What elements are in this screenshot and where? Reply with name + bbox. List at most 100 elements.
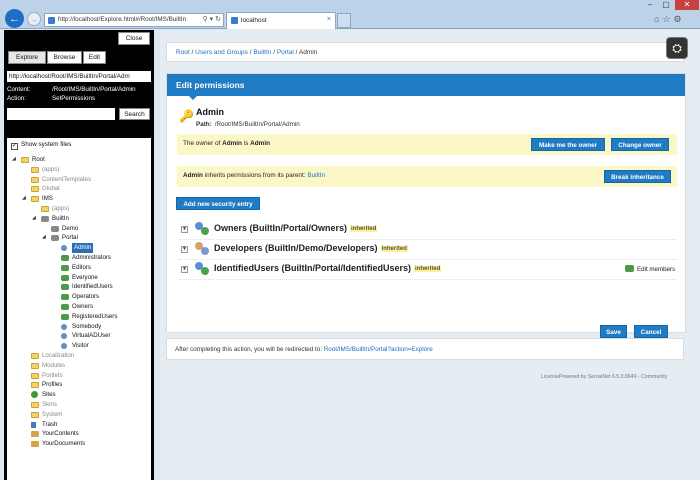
close-tab-icon[interactable]: × [327, 16, 331, 23]
panel-header: Edit permissions [167, 74, 685, 100]
tree-node-somebody[interactable]: Somebody [7, 322, 151, 332]
breadcrumb-link[interactable]: BuiltIn [253, 49, 271, 56]
address-bar[interactable]: http://localhost/Explore.html#/Root/IMS/… [44, 13, 224, 27]
inherit-parent-link[interactable]: BuiltIn [307, 172, 325, 179]
cancel-button[interactable]: Cancel [634, 325, 668, 338]
tree-node-profiles[interactable]: Profiles [7, 380, 151, 390]
redirect-text: After completing this action, you will b… [175, 346, 324, 353]
tree-node-portal[interactable]: ◢ Portal [7, 233, 151, 243]
tree-node-label: Demo [62, 224, 79, 232]
tree-node-contenttemplates[interactable]: ContentTemplates [7, 175, 151, 185]
home-star-gear-icon[interactable]: ⌂☆⚙ [654, 14, 685, 25]
tree-node-everyone[interactable]: Everyone [7, 273, 151, 283]
show-system-files-toggle[interactable]: ✓ Show system files [11, 141, 71, 150]
add-security-entry-button[interactable]: Add new security entry [176, 197, 260, 210]
edit-button[interactable]: Edit [83, 51, 106, 64]
expand-toggle-icon[interactable]: ◢ [12, 155, 16, 165]
folder-icon [31, 372, 39, 379]
explore-button[interactable]: Explore [8, 51, 46, 64]
breadcrumb-link[interactable]: Users and Groups [195, 49, 248, 56]
tree-node-modules[interactable]: Modules [7, 361, 151, 371]
search-refresh-icon[interactable]: ⚲ ▾ ↻ [203, 15, 221, 23]
tree-node-apps[interactable]: (apps) [7, 165, 151, 175]
checkbox-checked-icon[interactable]: ✓ [11, 143, 18, 150]
expand-icon[interactable]: ▼ [181, 226, 188, 233]
browse-button[interactable]: Browse [47, 51, 82, 64]
tree-node-admin[interactable]: Admin [7, 243, 151, 253]
minimize-button[interactable]: – [643, 0, 657, 10]
maximize-button[interactable]: ▢ [659, 0, 673, 10]
expand-toggle-icon[interactable]: ◢ [42, 233, 46, 243]
edit-members-link[interactable]: Edit members [625, 265, 675, 273]
tree-node-label: IMS [42, 195, 53, 203]
tree-node-label: YourDocuments [42, 440, 86, 448]
window-close-button[interactable]: ✕ [675, 0, 699, 10]
tree-node-registeredusers[interactable]: RegisteredUsers [7, 312, 151, 322]
tree-node-yourcontents[interactable]: YourContents [7, 429, 151, 439]
security-entry-identifiedusers[interactable]: ▼ IdentifiedUsers (BuiltIn/Portal/Identi… [179, 260, 677, 280]
gear-icon [51, 235, 59, 242]
tree-node-operators[interactable]: Operators [7, 292, 151, 302]
tree-node-label: YourContents [42, 430, 79, 438]
inherit-text: inherits permissions from its parent: [202, 172, 308, 179]
close-button[interactable]: Close [118, 32, 150, 45]
tree-node-yourdocuments[interactable]: YourDocuments [7, 439, 151, 449]
group-icon [194, 261, 210, 277]
tree-node-visitor[interactable]: Visitor [7, 341, 151, 351]
tree-node-owners[interactable]: Owners [7, 302, 151, 312]
search-input[interactable] [7, 108, 115, 120]
tree-node-portlets[interactable]: Portlets [7, 371, 151, 381]
break-inheritance-button[interactable]: Break inheritance [604, 170, 671, 183]
forward-arrow-icon[interactable]: → [27, 12, 41, 26]
tree-node-system[interactable]: System [7, 410, 151, 420]
expand-icon[interactable]: ▼ [181, 266, 188, 273]
breadcrumb-link[interactable]: Portal [277, 49, 294, 56]
show-system-files-label: Show system files [21, 141, 72, 148]
path-value: /Root/IMS/BuiltIn/Portal/Admin [214, 121, 300, 128]
user-icon [61, 323, 67, 330]
tree-node-trash[interactable]: Trash [7, 420, 151, 430]
group-icon [194, 221, 210, 237]
save-button[interactable]: Save [600, 325, 627, 338]
tree-node-label: (apps) [52, 204, 70, 212]
tree-node-identifiedusers[interactable]: IdentifiedUsers [7, 282, 151, 292]
tree-node-global[interactable]: Global [7, 184, 151, 194]
tree-node-virtualaduser[interactable]: VirtualADUser [7, 331, 151, 341]
redirect-link[interactable]: Root/IMS/BuiltIn/Portal?action=Explore [324, 346, 433, 353]
tree-node-root[interactable]: ◢ Root [7, 155, 151, 165]
tree-node-builtin[interactable]: ◢ BuiltIn [7, 214, 151, 224]
gear-icon [51, 225, 59, 232]
group-icon [61, 294, 69, 301]
url-field[interactable]: http://localhost/Root/IMS/BuiltIn/Portal… [7, 71, 151, 82]
expand-toggle-icon[interactable]: ◢ [22, 194, 26, 204]
sensenet-logo-icon[interactable]: ⛭ [666, 37, 688, 59]
security-entry-developers[interactable]: ▼ Developers (BuiltIn/Demo/Developers) in… [179, 240, 677, 260]
tree-node-skins[interactable]: Skins [7, 400, 151, 410]
tree-node-administrators[interactable]: Administrators [7, 253, 151, 263]
search-button[interactable]: Search [119, 108, 150, 120]
change-owner-button[interactable]: Change owner [611, 138, 669, 151]
tree-pane: ✓ Show system files ◢ Root (apps) ContentTem… [7, 138, 151, 480]
tree-node-editors[interactable]: Editors [7, 263, 151, 273]
make-me-owner-button[interactable]: Make me the owner [531, 138, 605, 151]
tree-node-label: Editors [72, 263, 91, 271]
content-info: Content: /Root/IMS/BuiltIn/Portal/Admin [7, 86, 136, 93]
new-tab-button[interactable] [337, 13, 351, 28]
tree-node-demo[interactable]: Demo [7, 224, 151, 234]
tree-node-label: System [42, 410, 63, 418]
expand-toggle-icon[interactable]: ◢ [32, 214, 36, 224]
tree-node-localization[interactable]: Localization [7, 351, 151, 361]
content-tree: ◢ Root (apps) ContentTemplates Global ◢ IMS (ap… [7, 155, 151, 449]
folder-icon [31, 186, 39, 193]
back-arrow-icon[interactable]: ← [5, 9, 24, 28]
tree-node-apps[interactable]: (apps) [7, 204, 151, 214]
tree-node-ims[interactable]: ◢ IMS [7, 194, 151, 204]
security-entry-owners[interactable]: ▼ Owners (BuiltIn/Portal/Owners) inherite… [179, 220, 677, 240]
folder-icon [31, 401, 39, 408]
tree-node-sites[interactable]: Sites [7, 390, 151, 400]
tree-node-label: Visitor [72, 342, 89, 350]
browser-tab[interactable]: localhost × [226, 12, 336, 29]
tree-node-label: Root [32, 156, 45, 163]
expand-icon[interactable]: ▼ [181, 246, 188, 253]
breadcrumb-link[interactable]: Root [176, 49, 190, 56]
